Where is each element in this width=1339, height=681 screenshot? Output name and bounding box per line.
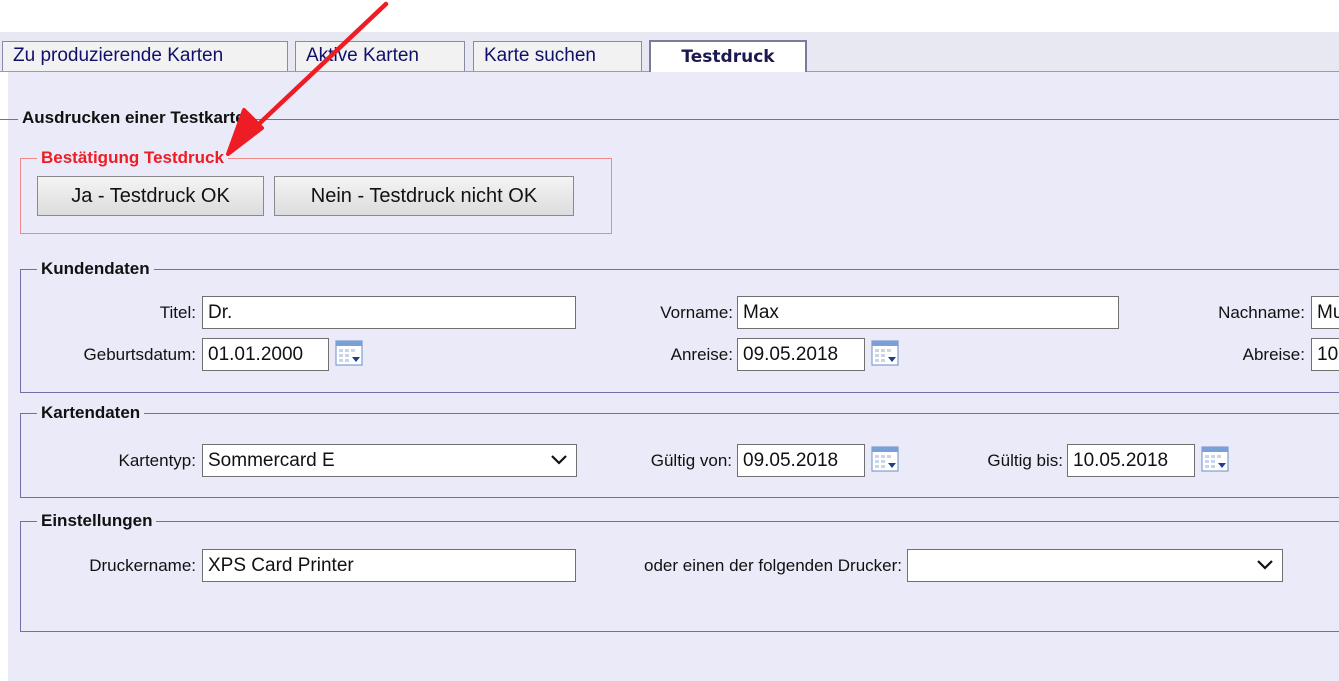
tab-aktive-karten[interactable]: Aktive Karten [295, 41, 465, 71]
vorname-label: Vorname: [660, 303, 733, 322]
abreise-label: Abreise: [1242, 345, 1305, 364]
calendar-icon[interactable] [335, 340, 363, 366]
calendar-icon[interactable] [871, 340, 899, 366]
nachname-label: Nachname: [1218, 303, 1305, 322]
anreise-input[interactable]: 09.05.2018 [737, 338, 865, 371]
kartentyp-select[interactable]: Sommercard E [202, 444, 577, 477]
tab-testdruck[interactable]: Testdruck [649, 40, 807, 73]
gueltig-bis-input[interactable]: 10.05.2018 [1067, 444, 1195, 477]
gueltig-von-input[interactable]: 09.05.2018 [737, 444, 865, 477]
yes-testdruck-ok-button[interactable]: Ja - Testdruck OK [37, 176, 264, 216]
chevron-down-icon [551, 455, 567, 465]
kartendaten-fieldset: Kartendaten Kartentyp: Sommercard E Gült… [20, 403, 1339, 498]
druckername-label: Druckername: [89, 556, 196, 575]
titel-input[interactable]: Dr. [202, 296, 576, 329]
drucker-select[interactable] [907, 549, 1283, 582]
kartentyp-select-value: Sommercard E [208, 450, 335, 471]
calendar-icon[interactable] [871, 446, 899, 472]
geburtsdatum-input[interactable]: 01.01.2000 [202, 338, 329, 371]
drucker-select-label: oder einen der folgenden Drucker: [644, 556, 902, 575]
geburtsdatum-label: Geburtsdatum: [83, 345, 196, 364]
section-ausdrucken: Ausdrucken einer Testkarte [0, 108, 1339, 128]
confirm-fieldset: Bestätigung Testdruck Ja - Testdruck OK … [20, 148, 612, 234]
abreise-input[interactable]: 10.05 [1311, 338, 1339, 371]
chevron-down-icon [1257, 560, 1273, 570]
gueltig-bis-label: Gültig bis: [987, 451, 1063, 470]
druckername-input[interactable]: XPS Card Printer [202, 549, 576, 582]
no-testdruck-nicht-ok-button[interactable]: Nein - Testdruck nicht OK [274, 176, 574, 216]
anreise-label: Anreise: [670, 345, 733, 364]
einstellungen-legend: Einstellungen [37, 511, 157, 531]
calendar-icon[interactable] [1201, 446, 1229, 472]
tab-zu-produzierende-karten[interactable]: Zu produzierende Karten [2, 41, 288, 71]
kartentyp-label: Kartentyp: [118, 451, 197, 470]
gueltig-von-label: Gültig von: [650, 451, 732, 470]
kundendaten-legend: Kundendaten [37, 259, 154, 279]
section-ausdrucken-legend: Ausdrucken einer Testkarte [18, 108, 249, 128]
kartendaten-legend: Kartendaten [37, 403, 145, 423]
tab-karte-suchen[interactable]: Karte suchen [473, 41, 642, 71]
kundendaten-fieldset: Kundendaten Titel: Dr. Vorname: Max Nach… [20, 259, 1339, 393]
einstellungen-fieldset: Einstellungen Druckername: XPS Card Prin… [20, 511, 1339, 632]
nachname-input[interactable]: Must [1311, 296, 1339, 329]
titel-label: Titel: [159, 303, 196, 322]
main-panel: Ausdrucken einer Testkarte Bestätigung T… [0, 72, 1339, 681]
confirm-legend: Bestätigung Testdruck [37, 148, 228, 168]
vorname-input[interactable]: Max [737, 296, 1119, 329]
tab-bar: Zu produzierende Karten Aktive Karten Ka… [0, 32, 1339, 73]
